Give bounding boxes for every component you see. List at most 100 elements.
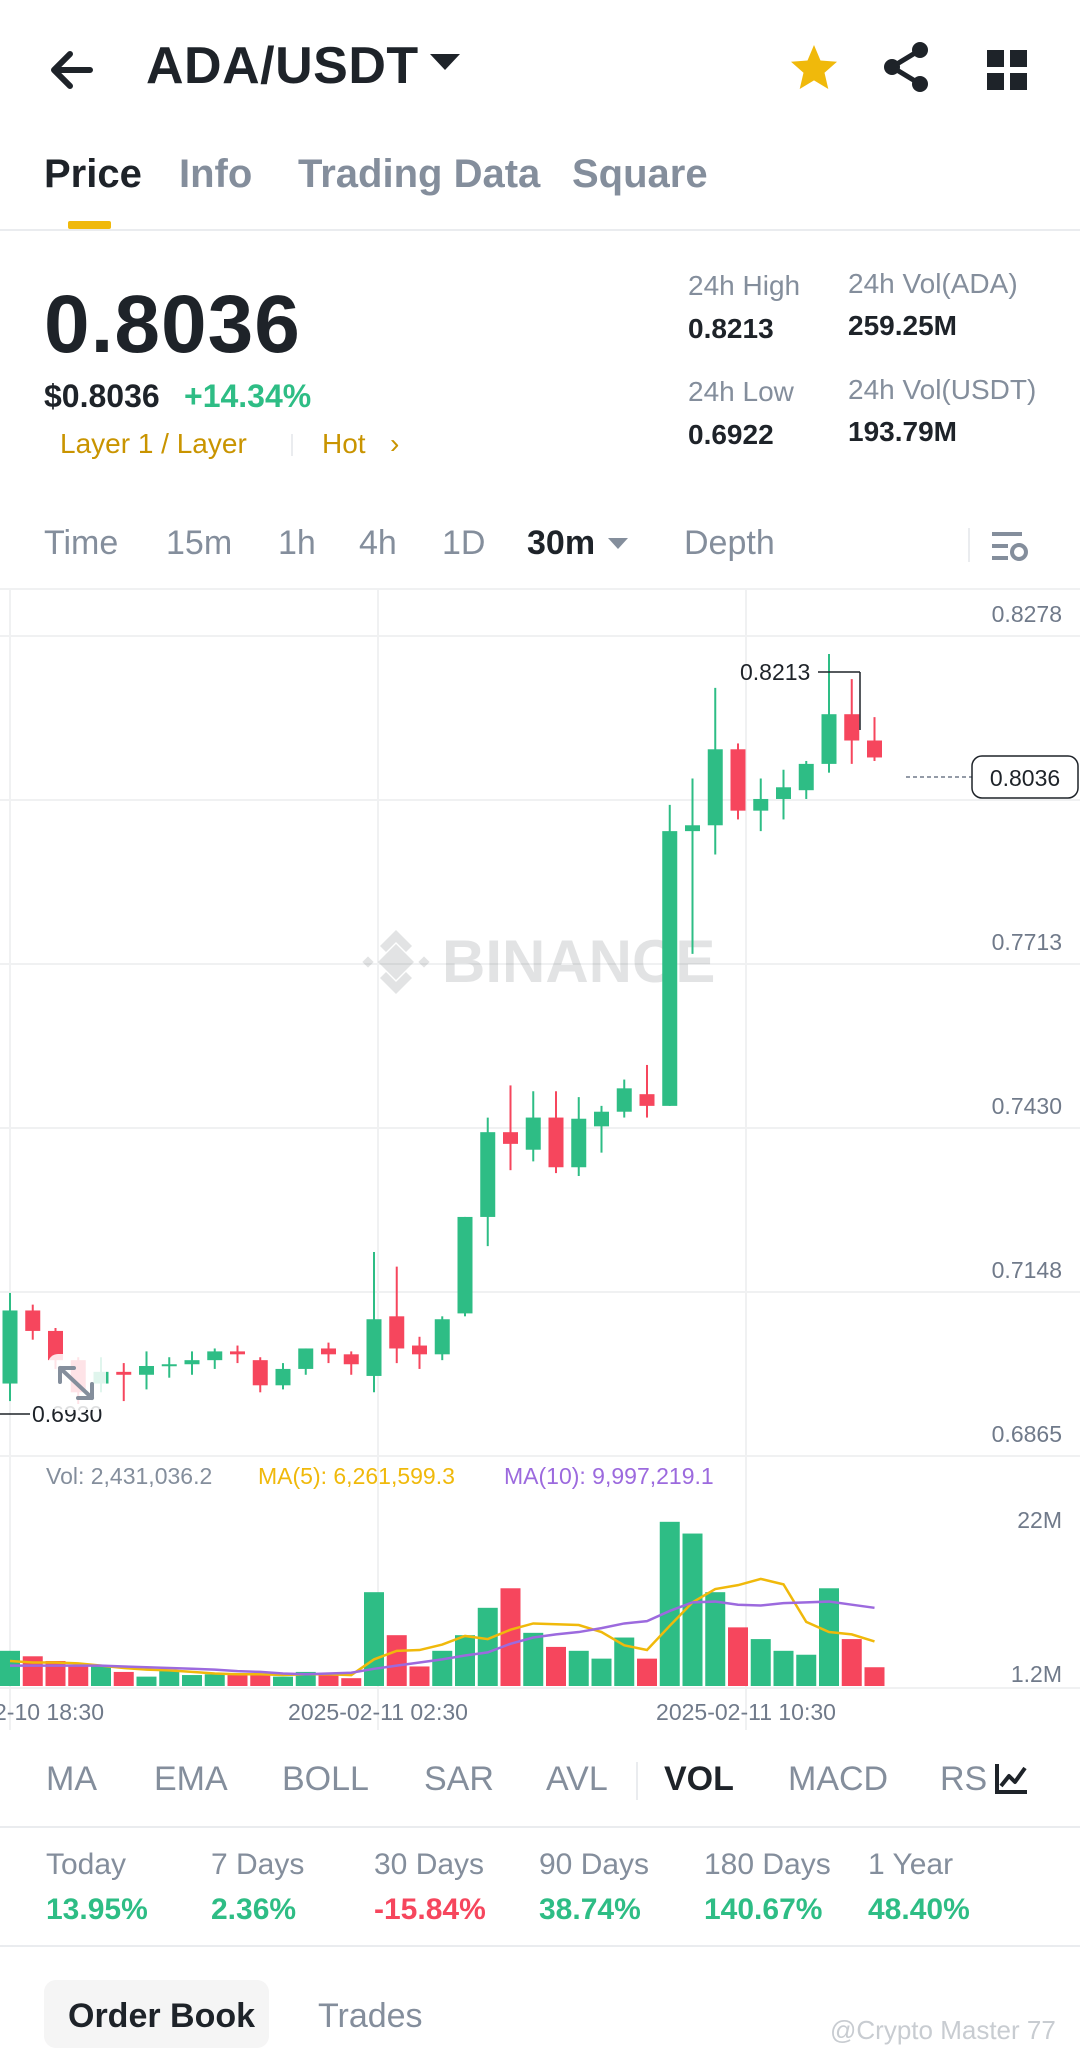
- price-axis-label: 0.7430: [992, 1093, 1062, 1119]
- volume-bar: [659, 1521, 680, 1686]
- indicator-boll[interactable]: BOLL: [282, 1760, 369, 1799]
- indicator-vol[interactable]: VOL: [664, 1760, 734, 1799]
- candle-body: [707, 749, 723, 826]
- volume-bar: [204, 1674, 225, 1686]
- perf-label-7d: 7 Days: [211, 1848, 305, 1881]
- divider: [0, 229, 1080, 231]
- volume-bar: [523, 1632, 544, 1686]
- volume-bar: [0, 1650, 20, 1686]
- candle-body: [594, 1111, 609, 1127]
- volume-bar: [341, 1678, 362, 1686]
- interval-time[interactable]: Time: [44, 524, 118, 563]
- price-axis-label: 0.8278: [992, 601, 1062, 627]
- time-axis-label: 2025-02-11 10:30: [656, 1699, 836, 1725]
- chart-gridlines: [0, 590, 1080, 1730]
- candle-body: [230, 1351, 245, 1355]
- candle-body: [639, 1094, 655, 1106]
- tab-order-book[interactable]: Order Book: [68, 1997, 255, 2036]
- high-marker-label: 0.8213: [740, 659, 810, 685]
- vol-base-value: 259.25M: [848, 310, 957, 341]
- perf-label-30d: 30 Days: [374, 1848, 485, 1881]
- volume-bar: [364, 1592, 384, 1686]
- user-watermark: @Crypto Master 77: [830, 2015, 1056, 2045]
- tab-trades[interactable]: Trades: [318, 1997, 423, 2036]
- candlestick-chart[interactable]: BINANCE 0.8278 0.7713 0.7430 0.7148 0.68…: [0, 590, 1080, 1730]
- vol-quote-value: 193.79M: [848, 416, 957, 447]
- arrow-left-icon[interactable]: [44, 42, 100, 98]
- tag-separator: [291, 434, 293, 456]
- high-label: 24h High: [688, 270, 801, 301]
- tab-square[interactable]: Square: [572, 152, 708, 197]
- volume-bar: [455, 1635, 475, 1686]
- star-icon[interactable]: [788, 42, 840, 94]
- category-tag[interactable]: Layer 1 / Layer: [60, 428, 247, 460]
- top-bar: ADA/USDT: [0, 0, 1080, 140]
- vol-base-label: 24h Vol(ADA): [848, 268, 1018, 299]
- indicator-ma[interactable]: MA: [46, 1760, 97, 1799]
- tab-info[interactable]: Info: [179, 152, 252, 197]
- chevron-down-icon[interactable]: [608, 538, 628, 549]
- chevron-right-icon[interactable]: ›: [390, 428, 399, 460]
- price-change-percent: +14.34%: [184, 378, 312, 414]
- interval-1h[interactable]: 1h: [278, 524, 316, 563]
- share-icon[interactable]: [880, 40, 934, 94]
- perf-value-180d: 140.67%: [704, 1893, 823, 1926]
- tab-price[interactable]: Price: [44, 152, 142, 197]
- hot-tag[interactable]: Hot: [322, 428, 366, 460]
- candle-body: [571, 1118, 587, 1168]
- indicator-sar[interactable]: SAR: [424, 1760, 494, 1799]
- divider: [0, 1945, 1080, 1947]
- indicator-macd[interactable]: MACD: [788, 1760, 888, 1799]
- interval-1d[interactable]: 1D: [442, 524, 485, 563]
- volume-bar: [432, 1650, 453, 1686]
- interval-separator: [968, 528, 970, 562]
- indicator-rsi[interactable]: RS: [940, 1760, 987, 1799]
- candle-body: [252, 1360, 268, 1386]
- candle-body: [776, 787, 791, 799]
- candle-body: [662, 831, 678, 1106]
- pair-title[interactable]: ADA/USDT: [146, 36, 419, 96]
- indicator-separator: [636, 1762, 638, 1800]
- vol-axis-label: 22M: [1017, 1507, 1062, 1533]
- perf-value-1y: 48.40%: [868, 1893, 970, 1926]
- interval-depth[interactable]: Depth: [684, 524, 775, 563]
- candle-body: [389, 1316, 405, 1349]
- volume-bar: [113, 1671, 134, 1686]
- candle-body: [730, 749, 746, 811]
- candle-body: [844, 714, 860, 741]
- volume-bar: [477, 1607, 498, 1686]
- perf-value-90d: 38.74%: [539, 1893, 641, 1926]
- vol-legend-vol: Vol: 2,431,036.2: [46, 1463, 212, 1489]
- volume-bar: [22, 1656, 43, 1686]
- high-value: 0.8213: [688, 313, 774, 344]
- volume-bar: [250, 1674, 271, 1686]
- volume-bar: [773, 1650, 794, 1686]
- interval-30m[interactable]: 30m: [527, 524, 595, 563]
- time-axis-label: 2025-02-11 02:30: [288, 1699, 468, 1725]
- indicator-avl[interactable]: AVL: [546, 1760, 608, 1799]
- vol-legend-ma10: MA(10): 9,997,219.1: [504, 1463, 714, 1489]
- candle-body: [343, 1354, 359, 1365]
- candle-body: [25, 1310, 41, 1331]
- current-price-tag[interactable]: 0.8036: [971, 755, 1079, 799]
- current-price-tag-label: 0.8036: [990, 765, 1060, 791]
- divider: [0, 1826, 1080, 1828]
- candle-body: [480, 1132, 496, 1217]
- last-price: 0.8036: [44, 279, 301, 370]
- volume-bar: [591, 1658, 612, 1686]
- indicator-settings-icon[interactable]: [993, 1760, 1029, 1796]
- indicator-ema[interactable]: EMA: [154, 1760, 228, 1799]
- interval-4h[interactable]: 4h: [359, 524, 397, 563]
- interval-15m[interactable]: 15m: [166, 524, 232, 563]
- chart-settings-icon[interactable]: [990, 526, 1030, 566]
- volume-bar: [68, 1665, 89, 1686]
- pair-dropdown-icon[interactable]: [430, 54, 460, 70]
- perf-value-today: 13.95%: [46, 1893, 148, 1926]
- candle-body: [503, 1132, 518, 1144]
- volume-bar: [637, 1658, 657, 1686]
- candle-body: [867, 740, 882, 758]
- grid-icon[interactable]: [985, 48, 1029, 92]
- expand-icon[interactable]: [48, 1354, 106, 1410]
- tab-trading-data[interactable]: Trading Data: [298, 152, 540, 197]
- volume-bar: [500, 1588, 521, 1686]
